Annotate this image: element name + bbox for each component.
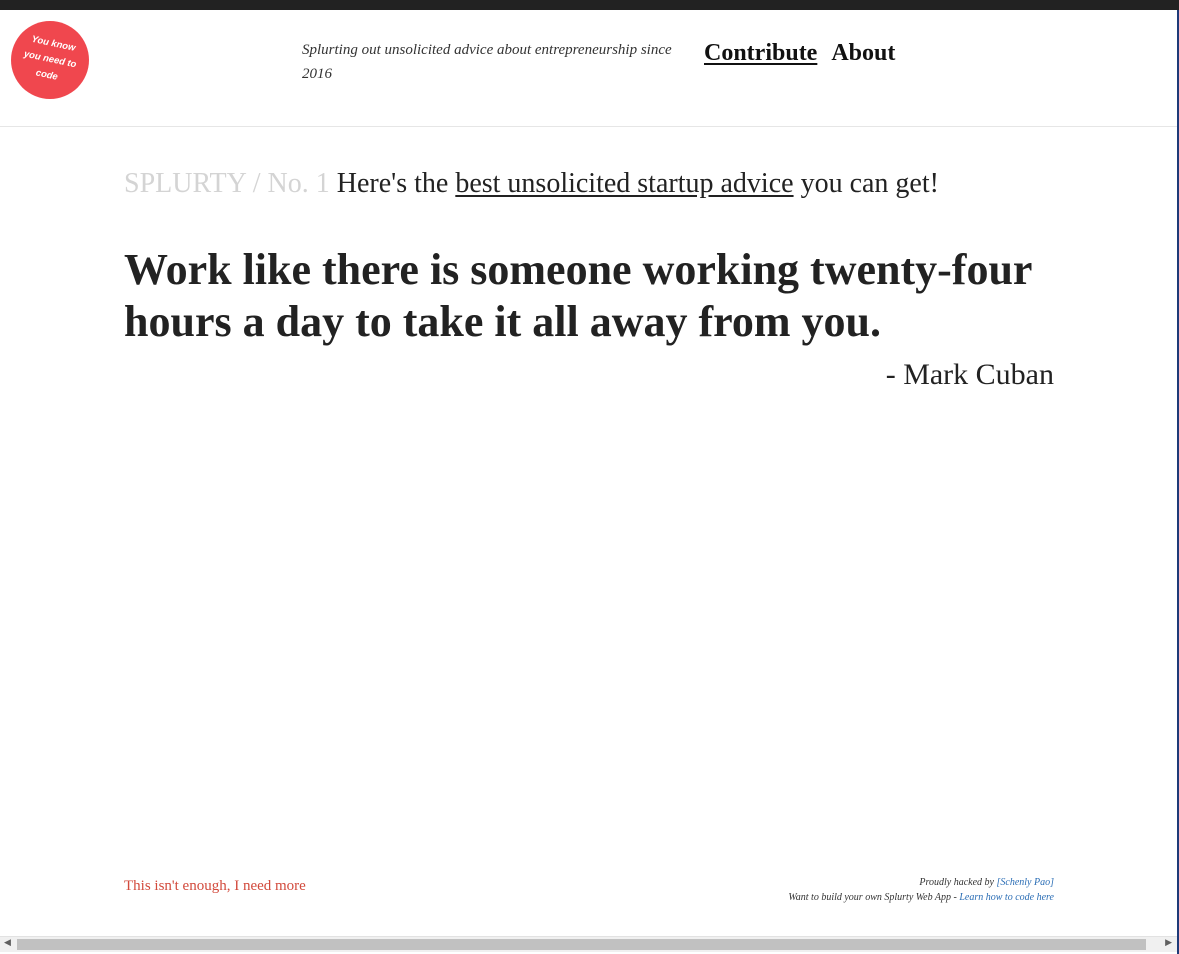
intro-line: SPLURTY / No. 1 Here's the best unsolici… xyxy=(124,166,1024,202)
main-nav: Contribute About xyxy=(704,40,909,67)
intro-text-after: you can get! xyxy=(800,168,939,199)
build-line: Want to build your own Splurty Web App -… xyxy=(700,890,1054,905)
learn-to-code-link[interactable]: Learn how to code here xyxy=(959,892,1054,903)
credits: Proudly hacked by [Schenly Pao] Want to … xyxy=(700,875,1054,905)
nav-contribute-link[interactable]: Contribute xyxy=(704,40,817,66)
best-advice-link[interactable]: best unsolicited startup advice xyxy=(455,168,793,199)
arrow-right-icon[interactable]: ▶ xyxy=(1165,938,1172,948)
quote-text: Work like there is someone working twent… xyxy=(124,245,1032,346)
more-advice-link[interactable]: This isn't enough, I need more xyxy=(124,878,306,895)
horizontal-scrollbar[interactable]: ◀ ▶ xyxy=(0,936,1177,952)
author-link[interactable]: [Schenly Pao] xyxy=(997,877,1055,888)
logo-text: You know you need to code xyxy=(22,33,78,83)
breadcrumb: SPLURTY / No. 1 xyxy=(124,168,330,199)
credit-line: Proudly hacked by [Schenly Pao] xyxy=(700,875,1054,890)
logo[interactable]: You know you need to code xyxy=(11,21,89,99)
nav-about-link[interactable]: About xyxy=(831,40,895,66)
credit-prefix: Proudly hacked by xyxy=(919,877,994,888)
tagline: Splurting out unsolicited advice about e… xyxy=(302,42,672,82)
intro-text-before: Here's the xyxy=(336,168,449,199)
quote-author: - Mark Cuban xyxy=(885,358,1054,391)
scrollbar-thumb[interactable] xyxy=(17,939,1146,950)
header-divider xyxy=(0,126,1177,127)
arrow-left-icon[interactable]: ◀ xyxy=(4,938,11,948)
build-prefix: Want to build your own Splurty Web App - xyxy=(788,892,957,903)
top-bar xyxy=(0,0,1179,10)
